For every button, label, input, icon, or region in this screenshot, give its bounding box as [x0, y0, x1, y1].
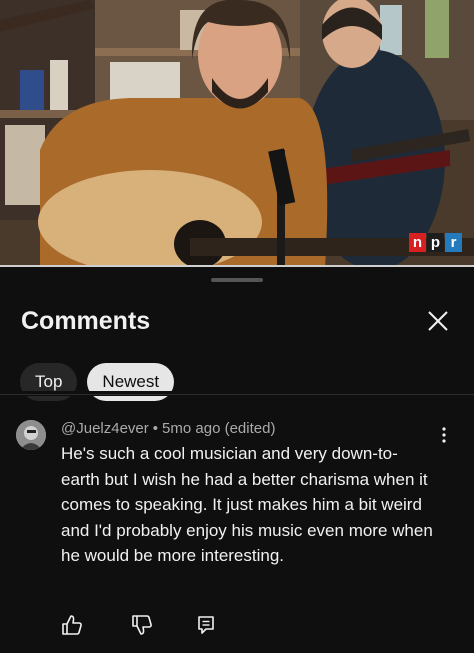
avatar-image — [16, 420, 46, 450]
more-vertical-icon — [442, 427, 446, 443]
thumbs-up-icon — [62, 615, 82, 635]
video-player[interactable]: n p r — [0, 0, 474, 267]
header-divider — [0, 394, 474, 395]
avatar[interactable] — [16, 420, 46, 450]
reply-button[interactable] — [195, 614, 217, 636]
sheet-drag-handle[interactable] — [211, 278, 263, 282]
like-button[interactable] — [61, 614, 83, 636]
comment-time: 5mo ago (edited) — [162, 420, 276, 437]
comments-sheet: Comments Top Newest @Juelz4ever • 5mo ago … — [0, 267, 474, 653]
dislike-button[interactable] — [131, 614, 153, 636]
close-button[interactable] — [420, 303, 456, 339]
comment-meta: @Juelz4ever • 5mo ago (edited) — [61, 420, 275, 437]
npr-logo-letter-n: n — [409, 233, 426, 252]
npr-logo: n p r — [409, 233, 462, 252]
npr-logo-letter-p: p — [427, 233, 444, 252]
close-icon — [428, 311, 448, 331]
comment-author[interactable]: @Juelz4ever — [61, 420, 149, 437]
comments-title: Comments — [21, 307, 151, 335]
comment-text: He's such a cool musician and very down-… — [61, 444, 433, 566]
npr-logo-letter-r: r — [445, 233, 462, 252]
video-frame-image — [0, 0, 474, 267]
comment-menu-button[interactable] — [434, 425, 454, 445]
comment-actions — [61, 614, 221, 638]
thumbs-down-icon — [132, 615, 152, 635]
reply-icon — [198, 616, 214, 634]
meta-separator: • — [152, 420, 159, 437]
